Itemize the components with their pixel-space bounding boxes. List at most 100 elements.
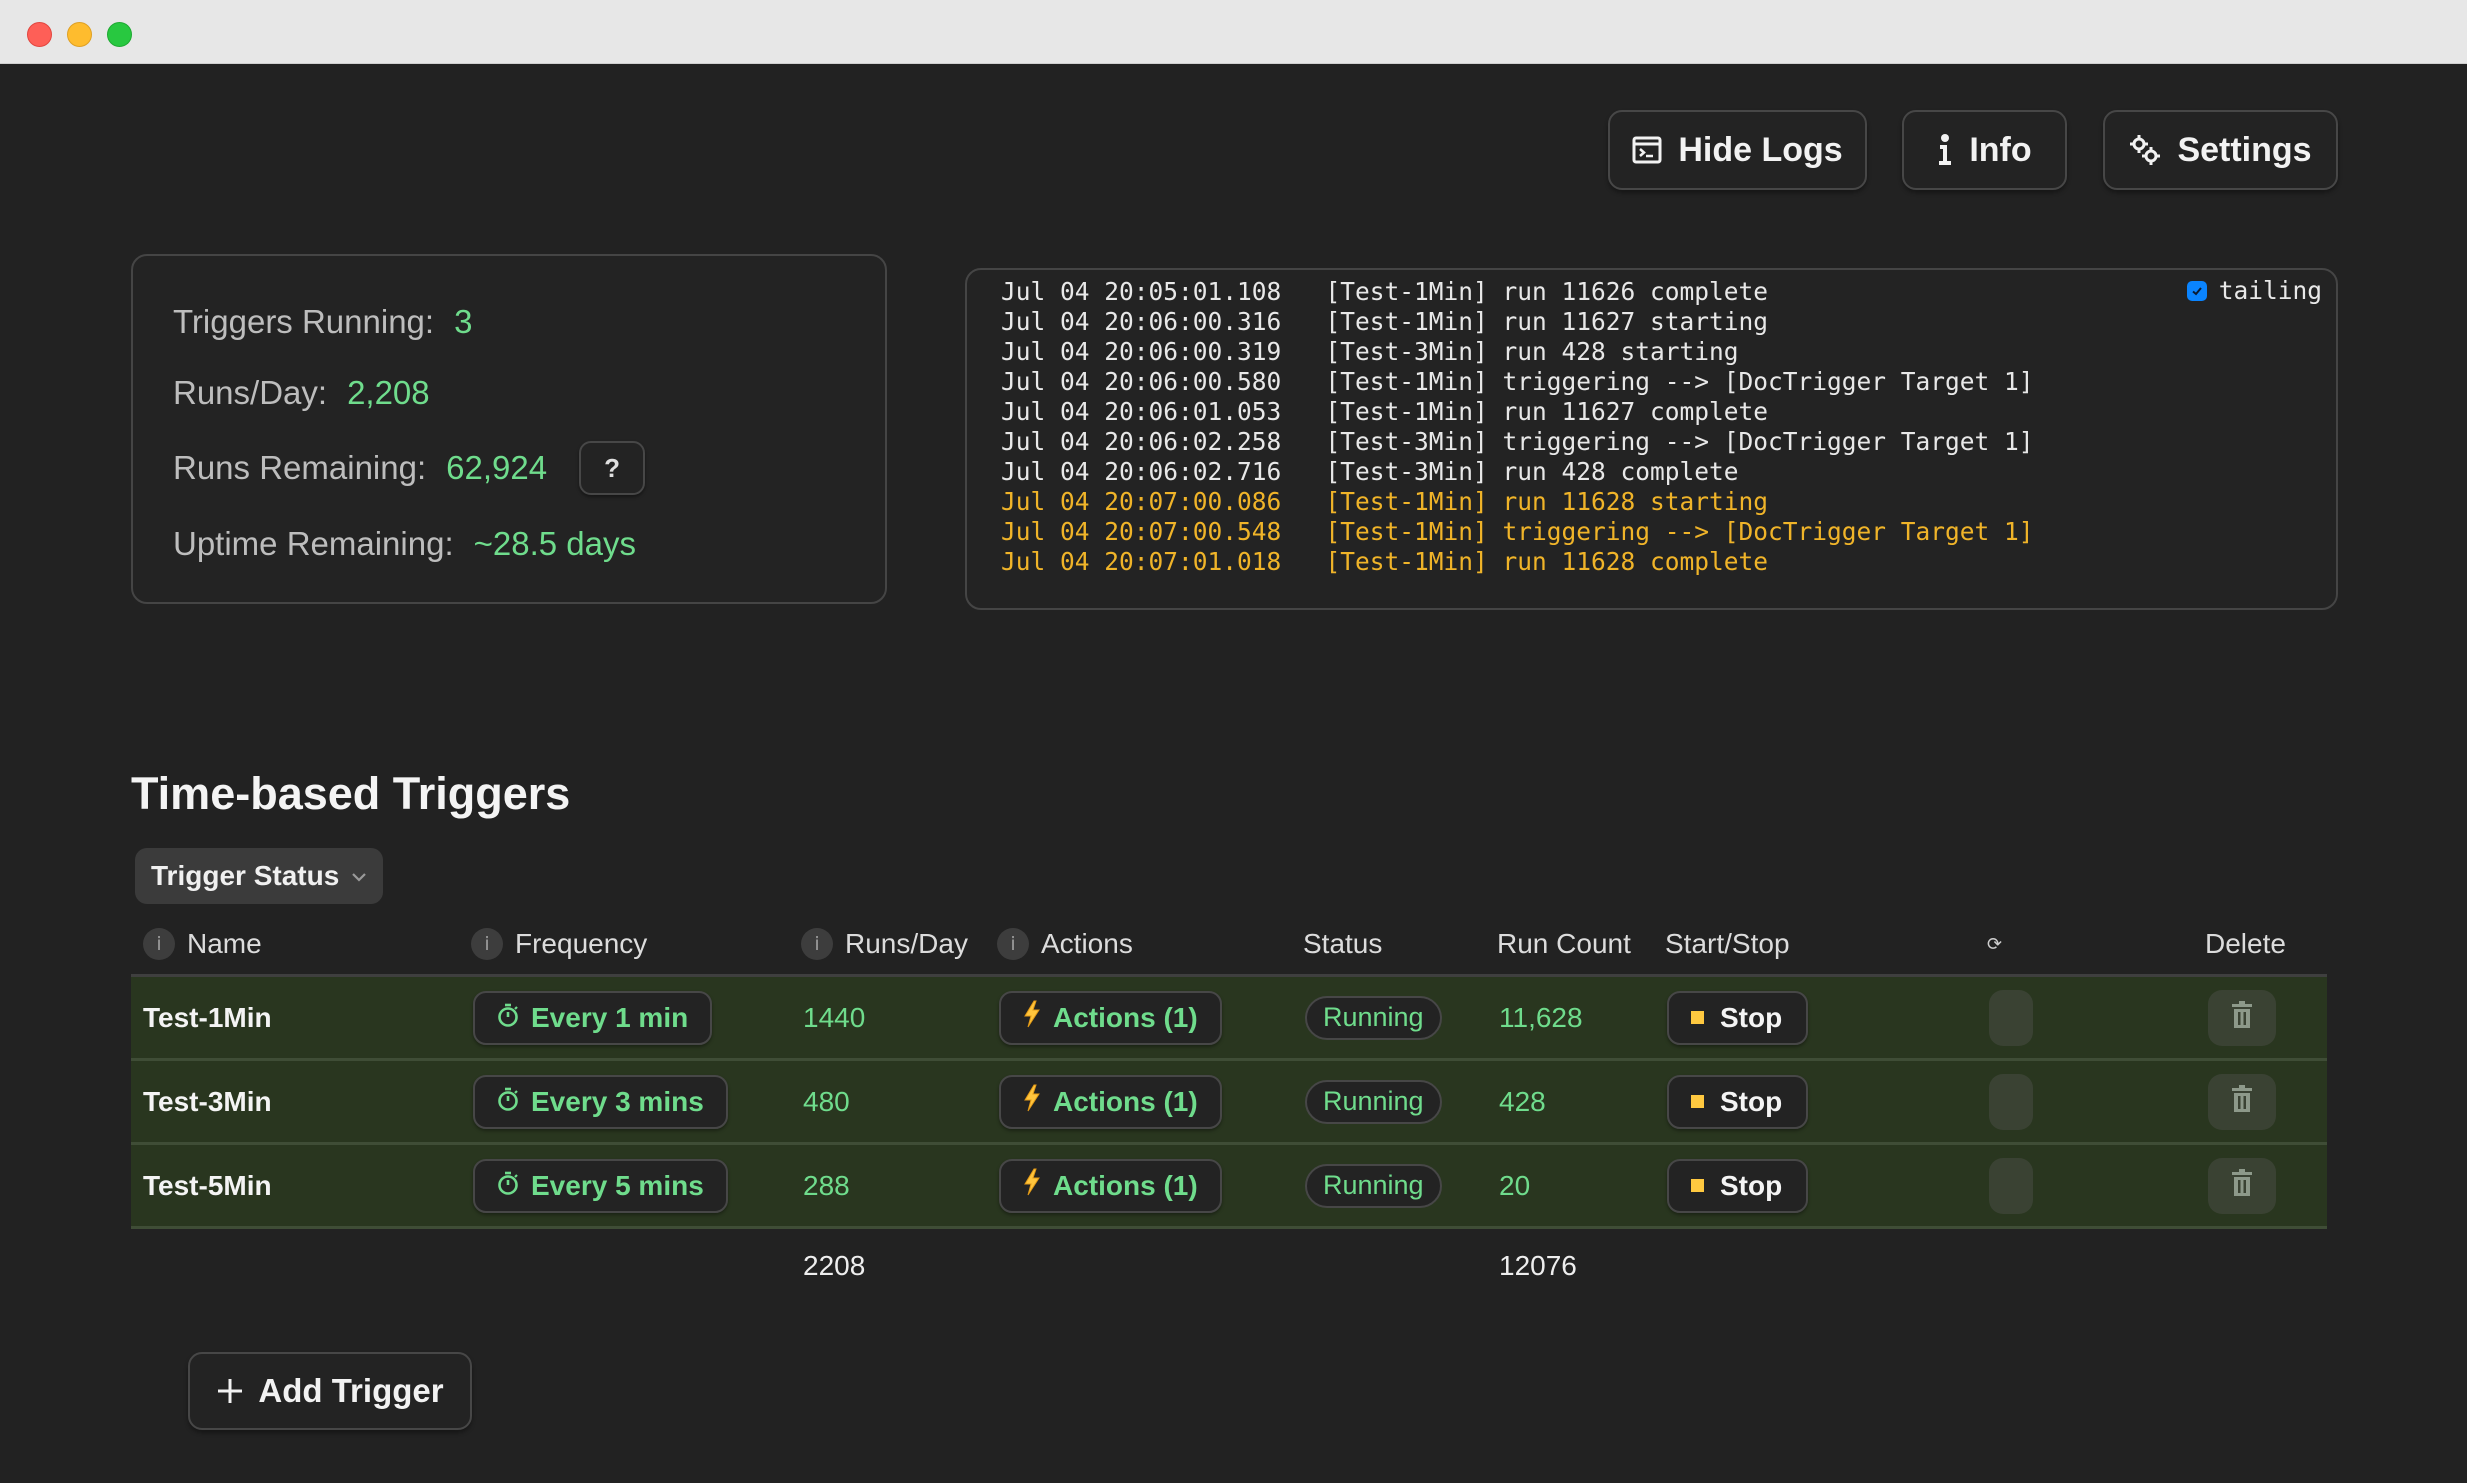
- log-line: Jul 04 20:07:00.086 [Test-1Min] run 1162…: [1001, 487, 1769, 516]
- column-header-status: Status: [1303, 915, 1382, 973]
- tailing-toggle[interactable]: tailing: [2178, 276, 2322, 305]
- stop-button[interactable]: Stop: [1667, 1074, 1809, 1129]
- tailing-checkbox[interactable]: [2186, 280, 2207, 301]
- table-row: Test-1Min Every 1 min 1440 Actions (1) Runni…: [131, 977, 2327, 1061]
- log-line: Jul 04 20:06:01.053 [Test-1Min] run 1162…: [1001, 397, 1769, 426]
- stats-panel: Triggers Running: 3 Runs/Day: 2,208 Runs…: [131, 254, 887, 604]
- column-label: Status: [1303, 928, 1383, 959]
- info-icon: [1937, 134, 1953, 166]
- trigger-name: Test-5Min: [143, 1169, 272, 1201]
- refresh-slot[interactable]: [1989, 1073, 2033, 1130]
- table-body: Test-1Min Every 1 min 1440 Actions (1) Runni…: [131, 977, 2327, 1229]
- log-lines: Jul 04 20:05:01.108 [Test-1Min] run 1162…: [1001, 277, 2034, 577]
- hide-logs-button[interactable]: Hide Logs: [1608, 110, 1867, 190]
- stat-triggers-running: Triggers Running: 3: [173, 300, 472, 344]
- table-row: Test-5Min Every 5 mins 288 Actions (1) Runni…: [131, 1145, 2327, 1229]
- actions-button[interactable]: Actions (1): [999, 990, 1222, 1045]
- log-panel[interactable]: Jul 04 20:05:01.108 [Test-1Min] run 1162…: [965, 268, 2338, 610]
- run-count-value: 11,628: [1499, 1001, 1583, 1033]
- runs-remaining-help-button[interactable]: ?: [579, 441, 646, 495]
- info-icon[interactable]: i: [997, 928, 1029, 960]
- plus-icon: [216, 1377, 244, 1405]
- column-header-start-stop: Start/Stop: [1665, 915, 1790, 973]
- column-label: Actions: [1041, 928, 1133, 959]
- info-icon[interactable]: i: [143, 928, 175, 960]
- stat-runs-per-day: Runs/Day: 2,208: [173, 371, 430, 415]
- log-line: Jul 04 20:06:00.319 [Test-3Min] run 428 …: [1001, 337, 1739, 366]
- stopwatch-icon: [497, 1002, 519, 1034]
- stop-button[interactable]: Stop: [1667, 990, 1809, 1045]
- refresh-slot[interactable]: [1989, 1157, 2033, 1214]
- stat-value: 3: [454, 303, 473, 340]
- frequency-label: Every 5 mins: [531, 1169, 704, 1201]
- gears-icon: [2129, 134, 2161, 166]
- trigger-status-dropdown[interactable]: Trigger Status: [135, 848, 383, 904]
- info-button[interactable]: Info: [1902, 110, 2067, 190]
- window-zoom-button[interactable]: [107, 22, 132, 47]
- log-line: Jul 04 20:06:02.716 [Test-3Min] run 428 …: [1001, 457, 1739, 486]
- log-line: Jul 04 20:06:02.258 [Test-3Min] triggeri…: [1001, 427, 2034, 456]
- actions-label: Actions (1): [1053, 1169, 1198, 1201]
- tailing-label: tailing: [2218, 276, 2322, 305]
- trash-icon: [2231, 1001, 2253, 1034]
- stopwatch-icon: [497, 1170, 519, 1202]
- stat-value: 62,924: [446, 449, 548, 486]
- info-icon[interactable]: i: [801, 928, 833, 960]
- frequency-button[interactable]: Every 3 mins: [473, 1074, 728, 1129]
- frequency-button[interactable]: Every 5 mins: [473, 1158, 728, 1213]
- total-run-count: 12076: [1499, 1250, 1577, 1281]
- window-titlebar: [0, 0, 2467, 64]
- log-line: Jul 04 20:05:01.108 [Test-1Min] run 1162…: [1001, 277, 1769, 306]
- trigger-name: Test-1Min: [143, 1001, 272, 1033]
- delete-button[interactable]: [2208, 1157, 2276, 1214]
- stop-label: Stop: [1720, 1001, 1783, 1033]
- delete-button[interactable]: [2208, 1073, 2276, 1130]
- column-header-delete: Delete: [2205, 915, 2286, 973]
- actions-button[interactable]: Actions (1): [999, 1158, 1222, 1213]
- log-line: Jul 04 20:06:00.580 [Test-1Min] triggeri…: [1001, 367, 2034, 396]
- table-header: i Name i Frequency i Runs/Day i Actions …: [131, 915, 2327, 977]
- column-label: Runs/Day: [845, 928, 968, 959]
- status-badge: Running: [1305, 1079, 1442, 1124]
- column-label: Name: [187, 928, 262, 959]
- column-header-runs-per-day: i Runs/Day: [801, 915, 968, 973]
- run-count-value: 20: [1499, 1169, 1531, 1201]
- stat-value: ~28.5 days: [473, 525, 636, 562]
- window-minimize-button[interactable]: [67, 22, 92, 47]
- lightning-icon: [1023, 1000, 1041, 1035]
- delete-button[interactable]: [2208, 989, 2276, 1046]
- column-label: Delete: [2205, 928, 2286, 959]
- info-label: Info: [1969, 130, 2032, 169]
- stat-runs-remaining: Runs Remaining: 62,924 ?: [173, 436, 646, 500]
- stop-square-icon: [1691, 1011, 1704, 1024]
- column-header-run-count: Run Count: [1497, 915, 1631, 973]
- info-icon[interactable]: i: [471, 928, 503, 960]
- trigger-name: Test-3Min: [143, 1085, 272, 1117]
- trash-icon: [2231, 1169, 2253, 1202]
- column-label: Start/Stop: [1665, 928, 1790, 959]
- trigger-status-label: Trigger Status: [151, 860, 340, 891]
- frequency-button[interactable]: Every 1 min: [473, 990, 713, 1045]
- stop-button[interactable]: Stop: [1667, 1158, 1809, 1213]
- add-trigger-label: Add Trigger: [258, 1372, 444, 1409]
- add-trigger-button[interactable]: Add Trigger: [188, 1352, 472, 1430]
- refresh-icon[interactable]: ⟳: [1987, 915, 2002, 973]
- actions-button[interactable]: Actions (1): [999, 1074, 1222, 1129]
- total-runs-per-day: 2208: [803, 1250, 866, 1281]
- window-close-button[interactable]: [27, 22, 52, 47]
- stat-uptime-remaining: Uptime Remaining: ~28.5 days: [173, 522, 636, 566]
- trash-icon: [2231, 1085, 2253, 1118]
- settings-button[interactable]: Settings: [2103, 110, 2338, 190]
- log-line: Jul 04 20:07:01.018 [Test-1Min] run 1162…: [1001, 547, 1769, 576]
- settings-label: Settings: [2177, 130, 2312, 169]
- status-badge: Running: [1305, 995, 1442, 1040]
- hide-logs-label: Hide Logs: [1678, 130, 1843, 169]
- stat-label: Uptime Remaining:: [173, 525, 454, 562]
- column-header-actions: i Actions: [997, 915, 1133, 973]
- stop-square-icon: [1691, 1095, 1704, 1108]
- stop-label: Stop: [1720, 1085, 1783, 1117]
- log-line: Jul 04 20:06:00.316 [Test-1Min] run 1162…: [1001, 307, 1769, 336]
- refresh-slot[interactable]: [1989, 989, 2033, 1046]
- table-row: Test-3Min Every 3 mins 480 Actions (1) Runni…: [131, 1061, 2327, 1145]
- stopwatch-icon: [497, 1086, 519, 1118]
